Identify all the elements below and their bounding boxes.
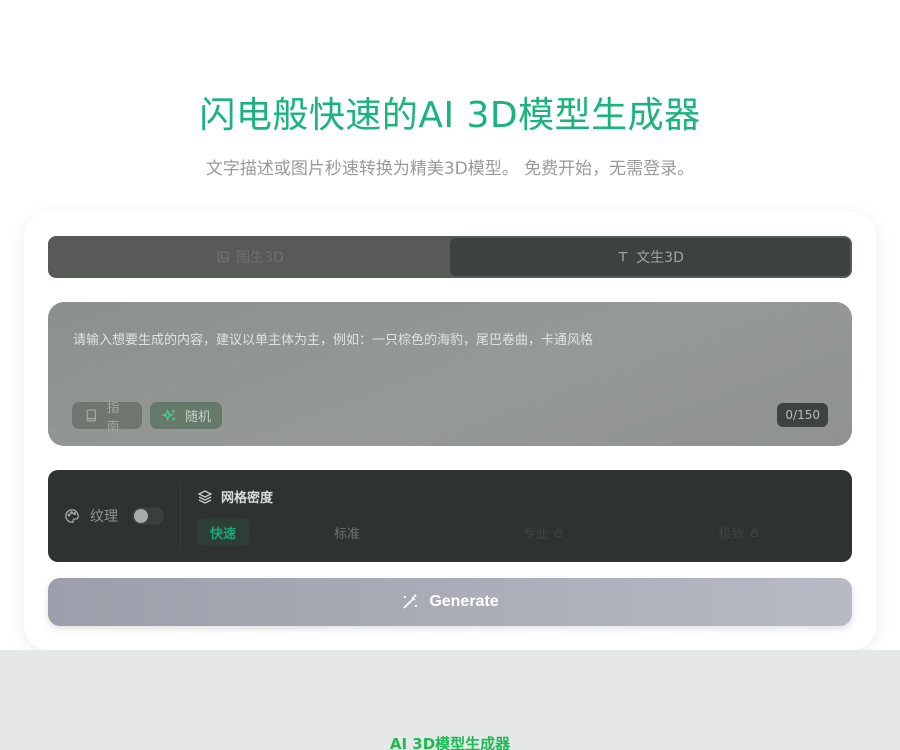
random-button[interactable]: 随机 bbox=[150, 402, 222, 429]
density-option-fast[interactable]: 快速 bbox=[197, 518, 249, 546]
texture-label: 纹理 bbox=[90, 509, 118, 525]
generate-button[interactable]: Generate bbox=[48, 578, 852, 626]
option-label: 专业 bbox=[522, 526, 549, 542]
layers-icon bbox=[197, 489, 213, 504]
mode-tabs: 图生3D 文生3D bbox=[48, 236, 852, 278]
guide-button[interactable]: 指南 bbox=[72, 401, 142, 435]
palette-icon bbox=[65, 509, 79, 523]
page-subtitle: 文字描述或图片秒速转换为精美3D模型。 免费开始，无需登录。 bbox=[205, 159, 695, 179]
density-options: 快速 标准 专业 极致 bbox=[197, 518, 837, 546]
texture-setting: 纹理 bbox=[64, 470, 164, 562]
book-icon bbox=[86, 409, 97, 422]
lock-icon bbox=[750, 527, 758, 537]
page-title: 闪电般快速的AI 3D模型生成器 bbox=[199, 95, 701, 136]
sparkles-icon bbox=[162, 408, 176, 422]
option-label: 极致 bbox=[718, 526, 745, 542]
guide-label: 指南 bbox=[106, 400, 120, 435]
option-label: 快速 bbox=[209, 526, 236, 542]
section-title: AI 3D模型生成器 bbox=[389, 735, 511, 750]
density-option-ultra[interactable]: 极致 bbox=[641, 518, 837, 546]
toggle-knob bbox=[134, 509, 148, 523]
settings-panel: 纹理 网格密度 快速 标准 专业 极致 bbox=[48, 470, 852, 562]
magic-wand-icon bbox=[403, 594, 418, 609]
lock-icon bbox=[554, 527, 562, 537]
image-icon bbox=[217, 251, 230, 263]
texture-toggle[interactable] bbox=[132, 507, 164, 525]
divider bbox=[180, 486, 181, 546]
random-label: 随机 bbox=[185, 410, 212, 425]
generate-label: Generate bbox=[429, 593, 499, 610]
mesh-density-heading: 网格密度 bbox=[197, 487, 273, 506]
tab-image-to-3d[interactable]: 图生3D bbox=[50, 238, 450, 276]
generator-card: 图生3D 文生3D 请输入想要生成的内容，建议以单主体为主，例如：一只棕色的海豹… bbox=[24, 212, 876, 650]
option-label: 标准 bbox=[333, 526, 360, 542]
char-counter: 0/150 bbox=[777, 403, 828, 427]
tab-label: 图生3D bbox=[236, 250, 284, 266]
prompt-input[interactable]: 请输入想要生成的内容，建议以单主体为主，例如：一只棕色的海豹，尾巴卷曲，卡通风格… bbox=[48, 302, 852, 446]
footer-section: AI 3D模型生成器 bbox=[0, 650, 900, 750]
tab-text-to-3d[interactable]: 文生3D bbox=[450, 238, 850, 276]
tab-label: 文生3D bbox=[636, 250, 684, 266]
prompt-placeholder: 请输入想要生成的内容，建议以单主体为主，例如：一只棕色的海豹，尾巴卷曲，卡通风格 bbox=[73, 333, 594, 348]
density-label: 网格密度 bbox=[221, 491, 274, 506]
density-option-pro[interactable]: 专业 bbox=[445, 518, 641, 546]
text-icon bbox=[618, 251, 628, 262]
density-option-standard[interactable]: 标准 bbox=[249, 518, 445, 546]
